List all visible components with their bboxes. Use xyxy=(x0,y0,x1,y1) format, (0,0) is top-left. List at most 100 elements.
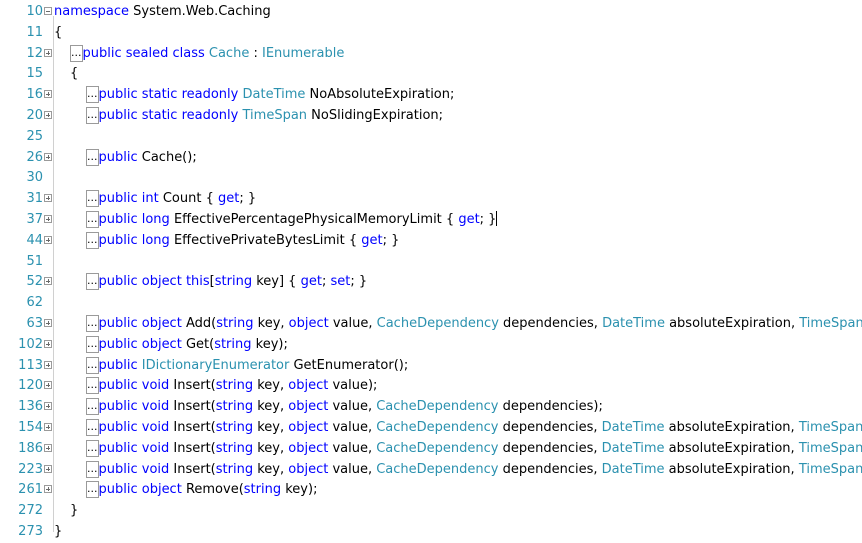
keyword-token: public object xyxy=(98,336,182,352)
expand-outline-icon[interactable] xyxy=(44,464,52,473)
code-line[interactable]: 272} xyxy=(0,501,862,522)
code-line[interactable]: 37 ...public long EffectivePercentagePhys… xyxy=(0,210,862,231)
collapsed-region-ellipsis[interactable]: ... xyxy=(86,315,99,332)
text-token: Cache(); xyxy=(137,149,197,165)
code-line[interactable]: 120 ...public void Insert(string key, obj… xyxy=(0,376,862,397)
line-number: 10 xyxy=(26,4,43,19)
code-line[interactable]: 63 ...public object Add(string key, objec… xyxy=(0,314,862,335)
code-line[interactable]: 26 ...public Cache(); xyxy=(0,148,862,169)
code-line[interactable]: 223 ...public void Insert(string key, obj… xyxy=(0,460,862,481)
type-token: TimeSpan xyxy=(799,316,862,331)
collapsed-region-ellipsis[interactable]: ... xyxy=(86,398,99,416)
code-line[interactable]: 11 { xyxy=(0,23,862,44)
collapsed-region-ellipsis[interactable]: ... xyxy=(86,439,99,457)
code-line[interactable]: 25 xyxy=(0,127,862,148)
collapsed-region-ellipsis[interactable]: ... xyxy=(86,211,99,228)
type-token: DateTime xyxy=(601,440,665,456)
collapsed-region-ellipsis[interactable]: ... xyxy=(70,44,83,62)
expand-outline-icon[interactable] xyxy=(44,381,52,390)
line-number: 120 xyxy=(18,378,43,394)
code-line[interactable]: 10 namespace System.Web.Caching xyxy=(0,2,862,23)
code-text: { xyxy=(54,23,62,43)
code-line[interactable]: 273} xyxy=(0,522,862,543)
text-token: Insert( xyxy=(169,399,216,415)
text-token: NoSlidingExpiration; xyxy=(307,108,444,123)
code-line[interactable]: 44 ...public long EffectivePrivateBytesLi… xyxy=(0,231,862,252)
expand-outline-icon[interactable] xyxy=(44,277,52,286)
code-line[interactable]: 154 ...public void Insert(string key, obj… xyxy=(0,418,862,439)
code-line[interactable]: 51 xyxy=(0,252,862,273)
keyword-token: object xyxy=(288,399,329,415)
expand-outline-icon[interactable] xyxy=(44,194,52,203)
text-token: ; } xyxy=(350,274,368,290)
expand-outline-icon[interactable] xyxy=(44,215,52,223)
code-line[interactable]: 30 xyxy=(0,168,862,189)
type-token: CacheDependency xyxy=(376,461,499,477)
collapsed-region-ellipsis[interactable]: ... xyxy=(86,419,99,436)
collapse-outline-icon[interactable] xyxy=(44,7,52,15)
keyword-token: string xyxy=(215,440,254,456)
collapsed-region-ellipsis[interactable]: ... xyxy=(86,481,99,499)
text-token: absoluteExpiration, xyxy=(664,440,799,456)
keyword-token: string xyxy=(215,461,254,477)
code-line[interactable]: 186 ...public void Insert(string key, obj… xyxy=(0,439,862,460)
expand-outline-icon[interactable] xyxy=(44,485,52,494)
type-token: IDictionaryEnumerator xyxy=(141,357,290,373)
code-line[interactable]: 102 ...public object Get(string key); xyxy=(0,335,862,356)
line-number: 62 xyxy=(26,295,43,311)
code-line[interactable]: 62 xyxy=(0,293,862,314)
code-editor[interactable]: 10 namespace System.Web.Caching 11{12 ...pu… xyxy=(0,0,862,543)
collapsed-region-ellipsis[interactable]: ... xyxy=(86,273,99,291)
text-token: Insert( xyxy=(169,440,216,456)
code-line[interactable]: 261 ...public object Remove(string key); xyxy=(0,480,862,501)
expand-outline-icon[interactable] xyxy=(44,423,52,431)
keyword-token: string xyxy=(216,316,254,331)
text-token: key); xyxy=(251,336,288,352)
text-token: key, xyxy=(253,399,289,415)
collapsed-region-ellipsis[interactable]: ... xyxy=(86,335,99,353)
expand-outline-icon[interactable] xyxy=(44,319,52,327)
code-line[interactable]: 12 ...public sealed class Cache : IEnumer… xyxy=(0,44,862,65)
expand-outline-icon[interactable] xyxy=(44,402,52,411)
type-token: DateTime xyxy=(242,87,306,103)
line-number: 15 xyxy=(26,66,43,82)
expand-outline-icon[interactable] xyxy=(44,443,52,452)
expand-outline-icon[interactable] xyxy=(44,111,52,119)
type-token: TimeSpan xyxy=(798,461,862,477)
collapsed-region-ellipsis[interactable]: ... xyxy=(86,148,99,166)
collapsed-region-ellipsis[interactable]: ... xyxy=(86,107,99,124)
text-token: EffectivePrivateBytesLimit { xyxy=(169,232,362,248)
expand-outline-icon[interactable] xyxy=(44,235,52,244)
text-token: key, xyxy=(253,461,289,477)
text-token: key, xyxy=(253,378,289,394)
line-number: 26 xyxy=(26,149,43,165)
expand-outline-icon[interactable] xyxy=(44,152,52,161)
keyword-token: public xyxy=(98,149,138,165)
expand-outline-icon[interactable] xyxy=(44,90,52,99)
collapsed-region-ellipsis[interactable]: ... xyxy=(86,356,99,374)
code-line[interactable]: 31 ...public int Count { get; } xyxy=(0,189,862,210)
code-line[interactable]: 52 ...public object this[string key] { ge… xyxy=(0,272,862,293)
keyword-token: public xyxy=(98,357,138,373)
code-line[interactable]: 16 ...public static readonly DateTime NoA… xyxy=(0,85,862,106)
collapsed-region-ellipsis[interactable]: ... xyxy=(86,86,99,104)
expand-outline-icon[interactable] xyxy=(44,48,52,57)
code-line[interactable]: 136 ...public void Insert(string key, obj… xyxy=(0,397,862,418)
code-text: ...public long EffectivePercentagePhysic… xyxy=(86,210,498,230)
text-token: value, xyxy=(328,316,377,331)
expand-outline-icon[interactable] xyxy=(44,339,52,348)
code-line[interactable]: 15 { xyxy=(0,64,862,85)
code-line[interactable]: 20 ...public static readonly TimeSpan NoS… xyxy=(0,106,862,127)
text-token: dependencies); xyxy=(498,399,603,415)
line-number: 186 xyxy=(18,440,43,456)
collapsed-region-ellipsis[interactable]: ... xyxy=(86,190,99,208)
line-number: 12 xyxy=(26,45,43,61)
collapsed-region-ellipsis[interactable]: ... xyxy=(86,460,99,478)
collapsed-region-ellipsis[interactable]: ... xyxy=(86,377,99,395)
text-token: NoAbsoluteExpiration; xyxy=(305,87,455,103)
collapsed-region-ellipsis[interactable]: ... xyxy=(86,231,99,249)
code-line[interactable]: 113 ...public IDictionaryEnumerator GetEn… xyxy=(0,356,862,377)
line-number: 11 xyxy=(26,24,43,40)
text-token: } xyxy=(54,524,63,539)
expand-outline-icon[interactable] xyxy=(44,360,52,369)
